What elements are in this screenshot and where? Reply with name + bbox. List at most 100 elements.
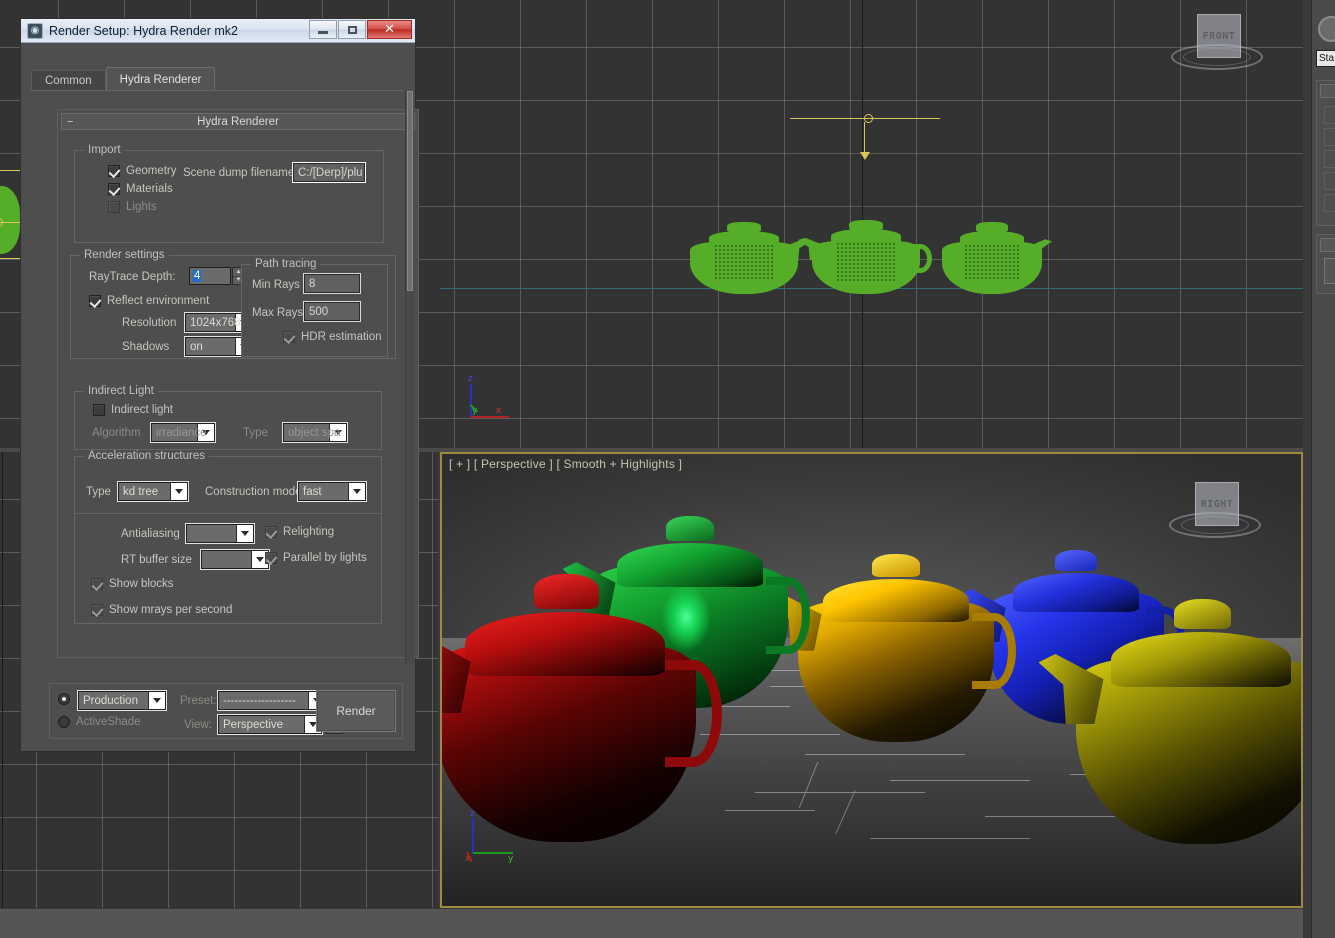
chevron-down-icon[interactable]	[348, 483, 365, 500]
render-setup-dialog[interactable]: ◉ Render Setup: Hydra Render mk2 ✕ Commo…	[20, 18, 416, 752]
rendered-teapot-olive	[1076, 594, 1303, 844]
rollout-item[interactable]	[1324, 106, 1335, 124]
viewcube-face[interactable]: FRONT	[1197, 14, 1241, 58]
render-settings-title: Render settings	[80, 249, 169, 261]
parallel-by-lights-label: Parallel by lights	[283, 552, 367, 564]
preset-dropdown[interactable]: -------------------	[218, 691, 326, 710]
perspective-axis-tripod: z y x	[462, 814, 522, 874]
accel-type-dropdown[interactable]: kd tree	[118, 482, 188, 501]
relighting-checkbox[interactable]: Relighting	[265, 526, 334, 538]
perspective-viewport-label[interactable]: [ + ] [ Perspective ] [ Smooth + Highlig…	[449, 457, 682, 471]
path-tracing-title: Path tracing	[251, 258, 320, 270]
path-tracing-group: Path tracing Min Rays 8 Max Rays 500 HDR…	[241, 264, 388, 357]
collapse-icon[interactable]: −	[67, 116, 73, 128]
y-axis-label: y	[508, 854, 513, 864]
bottom-toolbar-strip	[0, 908, 1303, 938]
rollout-item[interactable]	[1324, 258, 1335, 284]
tab-hydra-renderer[interactable]: Hydra Renderer	[106, 67, 216, 91]
checkbox-box	[108, 183, 120, 195]
object-name-field[interactable]: Sta	[1316, 50, 1335, 67]
min-rays-input[interactable]: 8	[304, 274, 360, 293]
materials-label: Materials	[126, 183, 173, 195]
radio-dot	[58, 716, 70, 728]
perspective-viewport[interactable]: [ + ] [ Perspective ] [ Smooth + Highlig…	[440, 452, 1303, 908]
dialog-scrollbar[interactable]	[405, 91, 414, 665]
rollout-item[interactable]	[1324, 128, 1335, 146]
x-axis	[471, 416, 509, 418]
maximize-button[interactable]	[338, 20, 366, 39]
scene-dump-filename-input[interactable]: C:/[Derp]/plu	[293, 163, 365, 182]
show-mrays-checkbox[interactable]: Show mrays per second	[91, 604, 232, 616]
lights-checkbox[interactable]: Lights	[108, 201, 157, 213]
chevron-down-icon[interactable]	[148, 692, 165, 709]
z-axis-label: z	[470, 809, 475, 819]
dialog-title: Render Setup: Hydra Render mk2	[49, 24, 238, 38]
indirect-light-title: Indirect Light	[84, 385, 158, 397]
antialiasing-dropdown[interactable]	[186, 524, 254, 543]
checkbox-box	[91, 604, 103, 616]
construction-mode-dropdown[interactable]: fast	[298, 482, 366, 501]
command-panel[interactable]: Sta	[1311, 0, 1335, 938]
chevron-down-icon[interactable]	[170, 483, 187, 500]
hydra-renderer-rollout: − Hydra Renderer Import Geometry Materia…	[57, 109, 419, 658]
reflect-environment-checkbox[interactable]: Reflect environment	[89, 295, 209, 307]
scrollbar-thumb[interactable]	[407, 91, 413, 291]
import-group: Import Geometry Materials Lights Scene d…	[74, 150, 384, 243]
activeshade-radio[interactable]: ActiveShade	[58, 716, 141, 728]
checkbox-box	[265, 526, 277, 538]
construction-mode-value: fast	[303, 486, 322, 498]
render-button[interactable]: Render	[316, 690, 396, 732]
geometry-checkbox[interactable]: Geometry	[108, 165, 177, 177]
front-viewcube[interactable]: FRONT	[1169, 6, 1265, 82]
radio-dot	[58, 693, 70, 705]
light-gizmo[interactable]	[790, 112, 940, 164]
preset-value: -------------------	[223, 695, 296, 707]
algorithm-dropdown[interactable]: irradiance	[151, 423, 215, 442]
rt-buffer-size-dropdown[interactable]	[201, 550, 269, 569]
minimize-button[interactable]	[309, 20, 337, 39]
raytrace-depth-input[interactable]: 4	[189, 267, 231, 285]
rollout-item[interactable]	[1324, 150, 1335, 168]
rollout-item[interactable]	[1324, 194, 1335, 212]
viewcube-face[interactable]: RIGHT	[1195, 482, 1239, 526]
construction-mode-label: Construction mode	[205, 486, 302, 498]
x-axis-label: x	[496, 406, 501, 416]
production-radio[interactable]	[58, 693, 70, 705]
indirect-type-dropdown[interactable]: object spa	[283, 423, 347, 442]
command-panel-tab-icon[interactable]	[1318, 16, 1335, 42]
dialog-tabs[interactable]: Common Hydra Renderer	[31, 67, 215, 91]
raytrace-depth-label: RayTrace Depth:	[89, 271, 176, 283]
teapot-silhouette[interactable]	[812, 220, 920, 294]
rollout-header[interactable]: − Hydra Renderer	[61, 113, 415, 130]
acceleration-title: Acceleration structures	[84, 450, 209, 462]
window-controls[interactable]: ✕	[309, 20, 412, 39]
teapot-knob	[849, 220, 884, 230]
front-viewport-axis-tripod: z y x	[458, 378, 518, 438]
teapot-silhouette[interactable]	[690, 222, 798, 294]
rollout-item[interactable]	[1324, 172, 1335, 190]
dialog-body: Common Hydra Renderer − Hydra Renderer I…	[21, 43, 415, 751]
render-mode-dropdown[interactable]: Production	[78, 691, 166, 710]
tab-common[interactable]: Common	[31, 70, 106, 91]
chevron-down-icon[interactable]	[236, 525, 253, 542]
indirect-type-label: Type	[243, 427, 268, 439]
dialog-titlebar[interactable]: ◉ Render Setup: Hydra Render mk2 ✕	[21, 19, 415, 43]
rollout-header[interactable]	[1320, 84, 1335, 98]
show-blocks-checkbox[interactable]: Show blocks	[91, 578, 174, 590]
parallel-by-lights-checkbox[interactable]: Parallel by lights	[265, 552, 367, 564]
tab-underline	[31, 90, 403, 91]
scene-dump-filename-label: Scene dump filename	[183, 167, 294, 179]
rollout-header-2[interactable]	[1320, 238, 1335, 252]
checkbox-box	[108, 201, 120, 213]
teapot-wire-dots	[714, 244, 774, 281]
teapot-silhouette[interactable]	[942, 222, 1042, 294]
max-rays-input[interactable]: 500	[304, 302, 360, 321]
view-dropdown[interactable]: Perspective	[218, 715, 322, 734]
materials-checkbox[interactable]: Materials	[108, 183, 173, 195]
close-button[interactable]: ✕	[367, 20, 412, 39]
geometry-label: Geometry	[126, 165, 177, 177]
indirect-light-checkbox[interactable]: Indirect light	[93, 404, 173, 416]
perspective-viewcube[interactable]: RIGHT	[1167, 474, 1263, 550]
hdr-estimation-checkbox[interactable]: HDR estimation	[283, 331, 382, 343]
view-value: Perspective	[223, 719, 283, 731]
